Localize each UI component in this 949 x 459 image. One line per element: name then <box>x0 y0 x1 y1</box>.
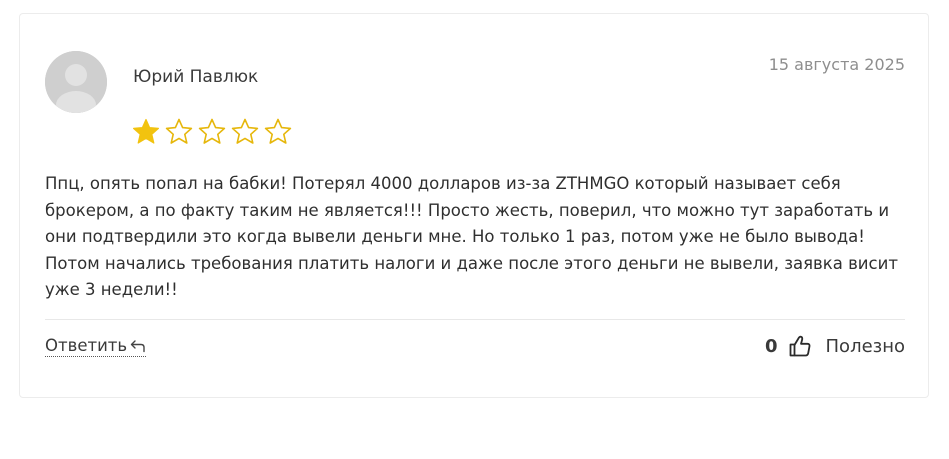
review-text: Ппц, опять попал на бабки! Потерял 4000 … <box>45 174 898 299</box>
useful-button[interactable]: Полезно <box>826 336 905 357</box>
author-name: Юрий Павлюк <box>133 67 259 87</box>
reply-arrow-icon <box>130 339 145 352</box>
star-empty-icon <box>165 118 193 144</box>
reply-button[interactable]: Ответить <box>45 336 147 357</box>
avatar <box>45 51 107 113</box>
star-rating <box>131 117 293 147</box>
divider <box>45 319 905 320</box>
star-empty-icon <box>198 118 226 144</box>
star-empty-icon <box>264 118 292 144</box>
thumbs-up-icon[interactable] <box>788 334 812 358</box>
star-empty-icon <box>231 118 259 144</box>
useful-count: 0 <box>764 335 778 357</box>
reply-label: Ответить <box>45 336 128 355</box>
useful-block: 0 Полезно <box>765 334 905 358</box>
user-avatar-icon <box>45 51 107 113</box>
review-date: 15 августа 2025 <box>768 55 905 74</box>
star-filled-icon <box>133 118 159 144</box>
review-card: Юрий Павлюк 15 августа 2025 Ппц, опять п… <box>19 13 929 398</box>
